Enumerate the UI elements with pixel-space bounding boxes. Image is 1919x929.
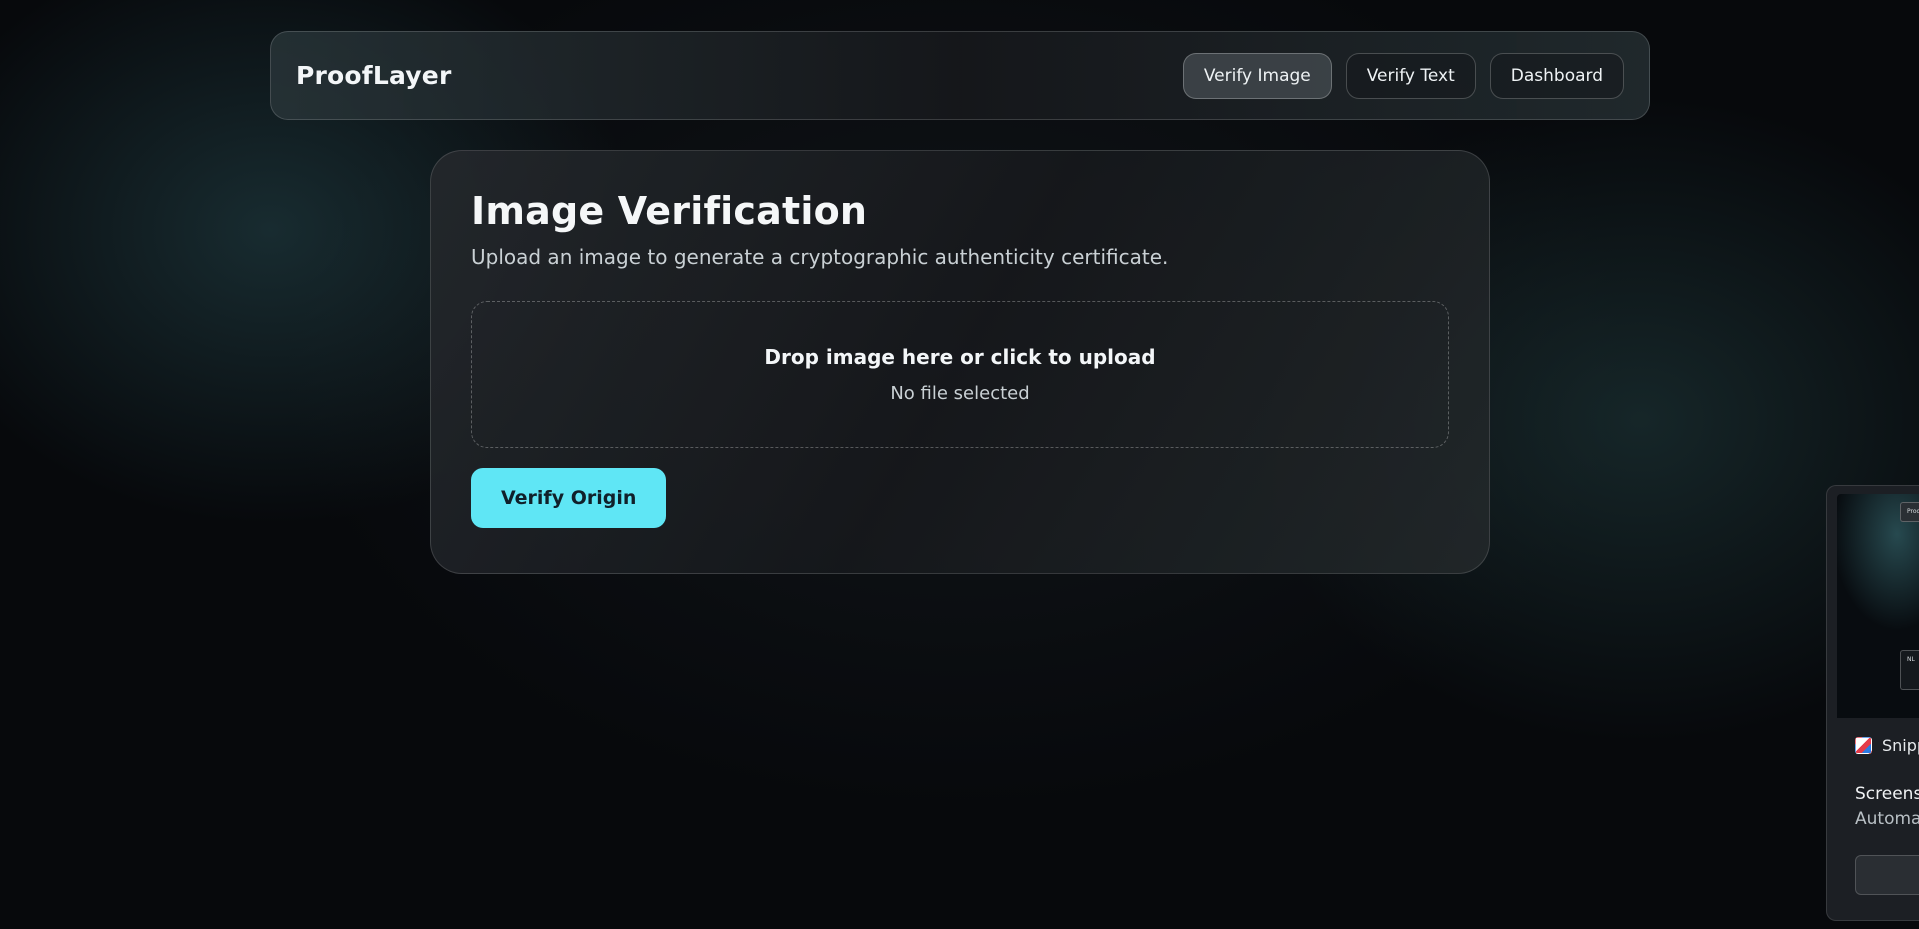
dropzone-prompt: Drop image here or click to upload <box>764 345 1156 369</box>
top-navbar: ProofLayer Verify Image Verify Text Dash… <box>270 31 1650 120</box>
nav-dashboard-button[interactable]: Dashboard <box>1489 52 1624 99</box>
file-status-text: No file selected <box>890 383 1030 404</box>
nav-links: Verify Image Verify Text Dashboard <box>1182 52 1624 99</box>
nav-verify-text-button[interactable]: Verify Text <box>1345 52 1476 99</box>
snipping-tool-icon <box>1855 737 1872 754</box>
brand-logo-text[interactable]: ProofLayer <box>296 61 452 90</box>
page-title: Image Verification <box>471 189 868 233</box>
screenshot-thumbnail[interactable]: Proo NL <box>1837 494 1919 718</box>
notification-title: Screensh <box>1855 784 1919 804</box>
notification-body: Automat <box>1855 809 1919 829</box>
screenshot-notification[interactable]: Proo NL Snipp Screensh Automat <box>1826 485 1919 921</box>
thumbnail-chip-mid: NL <box>1900 650 1919 690</box>
page-subtitle: Upload an image to generate a cryptograp… <box>471 245 1169 269</box>
notification-app-row: Snipp <box>1855 736 1919 755</box>
verify-origin-button[interactable]: Verify Origin <box>471 468 667 528</box>
nav-verify-image-button[interactable]: Verify Image <box>1182 52 1332 99</box>
thumbnail-chip-top: Proo <box>1900 502 1919 522</box>
image-verification-card: Image Verification Upload an image to ge… <box>430 150 1490 574</box>
notification-app-name: Snipp <box>1882 736 1919 755</box>
notification-action-button[interactable] <box>1855 855 1919 895</box>
image-upload-dropzone[interactable]: Drop image here or click to upload No fi… <box>471 301 1449 448</box>
